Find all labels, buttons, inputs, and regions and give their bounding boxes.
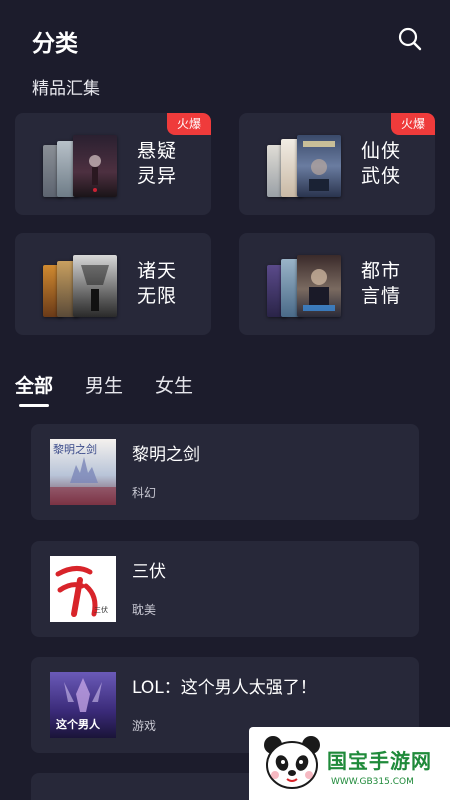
book-item[interactable]: 三伏 三伏 耽美 — [31, 541, 419, 637]
tab-female[interactable]: 女生 — [155, 371, 193, 398]
watermark-text: 国宝手游网 — [327, 749, 432, 773]
collection-name-line: 灵异 — [137, 165, 178, 187]
book-cover: 三伏 — [50, 556, 116, 622]
watermark-url: WWW.GB315.COM — [331, 777, 414, 787]
collection-name-line: 无限 — [137, 285, 178, 307]
collection-name-line: 仙侠 — [361, 140, 402, 162]
book-genre: 耽美 — [132, 603, 157, 617]
book-title: 黎明之剑 — [132, 445, 200, 465]
collection-card-infinite[interactable]: 诸天 无限 — [15, 233, 211, 335]
book-cover: 这个男人 — [50, 672, 116, 738]
book-cover-thumbnail — [73, 255, 117, 317]
book-cover-title: 黎明之剑 — [53, 442, 97, 456]
book-cover: 黎明之剑 — [50, 439, 116, 505]
cover-stack — [267, 253, 343, 317]
book-cover-thumbnail — [297, 255, 341, 317]
collection-card-suspense[interactable]: 火爆 悬疑 灵异 — [15, 113, 211, 215]
cover-stack — [43, 253, 119, 317]
cover-stack — [43, 133, 119, 197]
site-watermark: 国宝手游网 WWW.GB315.COM — [249, 727, 450, 800]
category-tabs: 全部 男生 女生 — [0, 365, 450, 415]
collection-name: 诸天 无限 — [137, 259, 197, 309]
book-genre: 科幻 — [132, 486, 157, 500]
hot-badge: 火爆 — [391, 113, 435, 135]
collection-name-line: 悬疑 — [137, 140, 178, 162]
collection-name-line: 言情 — [361, 285, 402, 307]
collection-name: 悬疑 灵异 — [137, 139, 197, 189]
collection-card-xianxia[interactable]: 火爆 仙侠 武侠 — [239, 113, 435, 215]
active-tab-indicator — [19, 404, 49, 407]
book-title: 三伏 — [132, 562, 166, 582]
book-genre: 游戏 — [132, 719, 157, 733]
tab-male[interactable]: 男生 — [85, 371, 123, 398]
book-cover-title: 这个男人 — [56, 717, 101, 731]
hot-badge: 火爆 — [167, 113, 211, 135]
collection-grid: 火爆 悬疑 灵异 火爆 仙侠 武侠 诸天 无限 都市 言情 — [0, 0, 450, 340]
collection-name-line: 都市 — [361, 260, 402, 282]
tab-all[interactable]: 全部 — [15, 371, 53, 398]
collection-name: 都市 言情 — [361, 259, 421, 309]
collection-card-urban[interactable]: 都市 言情 — [239, 233, 435, 335]
book-cover-title: 三伏 — [94, 605, 108, 614]
cover-stack — [267, 133, 343, 197]
book-cover-thumbnail — [73, 135, 117, 197]
panda-logo-icon — [264, 736, 320, 789]
book-item[interactable]: 黎明之剑 黎明之剑 科幻 — [31, 424, 419, 520]
collection-name-line: 武侠 — [361, 165, 402, 187]
book-title: LOL：这个男人太强了！ — [132, 678, 317, 698]
collection-name-line: 诸天 — [137, 260, 178, 282]
collection-name: 仙侠 武侠 — [361, 139, 421, 189]
book-cover-thumbnail — [297, 135, 341, 197]
